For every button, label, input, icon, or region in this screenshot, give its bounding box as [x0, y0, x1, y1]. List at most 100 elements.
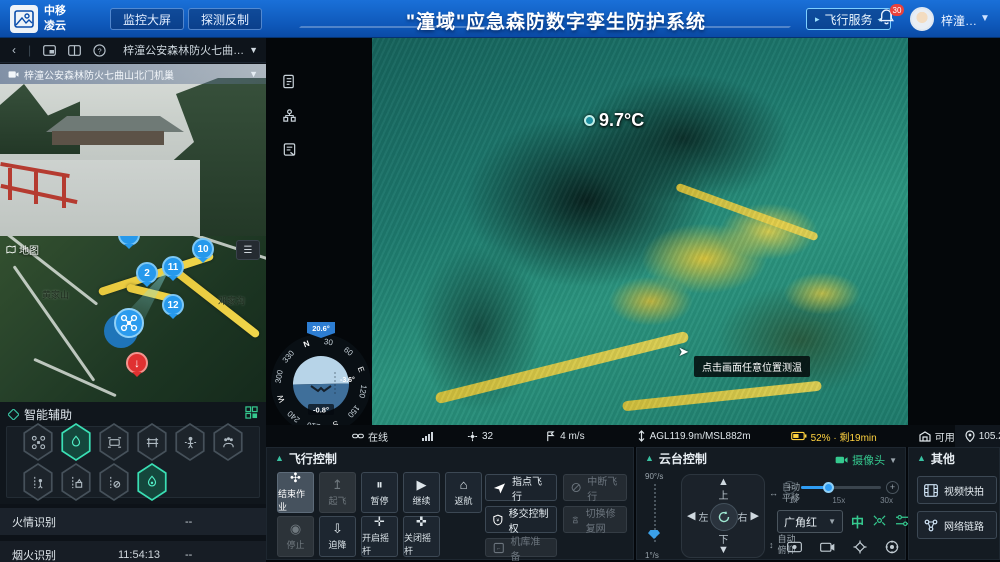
dock-prepare-button[interactable]: ⌐ 机库准备 [485, 538, 557, 557]
speed-max-label: 90°/s [645, 472, 675, 481]
waypoint-marker-10[interactable]: 10 [192, 238, 214, 260]
zoom-in-button[interactable]: + [886, 481, 899, 494]
assist-road-block-button[interactable] [97, 463, 131, 501]
gimbal-recenter-button[interactable] [710, 503, 738, 531]
device-dropdown[interactable]: 梓潼公安森林防火七曲… ▼ [123, 42, 258, 58]
split-view-icon[interactable] [68, 45, 81, 56]
assist-fire-detect-button[interactable] [59, 423, 93, 461]
map-layer-label[interactable]: 地图 [6, 242, 39, 257]
mouse-cursor: ➤ [678, 344, 689, 360]
smoke-recognition-value: -- [185, 549, 192, 561]
speed-knob[interactable] [648, 530, 660, 539]
assist-drone-detect-button[interactable] [21, 423, 55, 461]
battery-value: 52% · 剩19min [811, 429, 877, 444]
gimbal-left-button[interactable]: ◀左 [687, 509, 708, 524]
pause-button[interactable]: ⏸暂停 [361, 472, 398, 513]
help-icon[interactable]: ? [93, 44, 106, 57]
dock-camera-video[interactable]: 梓潼公安森林防火七曲山北门机巢 ▼ [0, 64, 266, 236]
user-name[interactable]: 梓潼… [941, 12, 977, 29]
user-avatar[interactable] [910, 7, 934, 31]
assist-vehicle-detect-button[interactable] [97, 423, 131, 461]
attitude-compass: N 30 60 E 120 150 S 210 240 W 300 330 -3… [268, 320, 374, 438]
camera-mode-icons [787, 540, 899, 559]
video-snapshot-button[interactable]: 视频快拍 [917, 476, 997, 504]
map-layers-button[interactable]: ☰ [236, 240, 260, 260]
network-link-button[interactable]: 网络链路 [917, 511, 997, 539]
waypoint-marker-2[interactable]: 2 [136, 262, 158, 284]
smart-assist-title: 智能辅助 [24, 406, 72, 423]
focus-ring-button[interactable] [885, 540, 899, 559]
return-home-button[interactable]: ⌂返航 [445, 472, 482, 513]
online-label: 在线 [368, 429, 388, 444]
record-button[interactable] [787, 540, 802, 559]
nav-monitor-screen[interactable]: 监控大屏 [110, 8, 184, 30]
zoom-slider-row: − + [783, 480, 899, 494]
assist-crowd-detect-button[interactable] [211, 423, 245, 461]
switch-network-button[interactable]: 切换修复网 [563, 506, 627, 533]
zoom-knob[interactable] [823, 482, 834, 493]
recenter-icon [717, 510, 731, 524]
pip-layout-icon[interactable] [43, 45, 56, 56]
resume-button[interactable]: ▶继续 [403, 472, 440, 513]
collapse-chevron-icon[interactable]: ▲ [917, 453, 926, 463]
point-fly-button[interactable]: 指点飞行 [485, 474, 557, 501]
assist-person-detect-button[interactable] [173, 423, 207, 461]
enable-stick-button[interactable]: ✛开启摇杆 [361, 516, 398, 557]
device-dropdown-label: 梓潼公安森林防火七曲… [123, 42, 244, 58]
camera-icon [8, 70, 19, 79]
waypoint-marker-partial[interactable] [118, 236, 140, 246]
wind-speed: 4 m/s [545, 431, 584, 442]
assist-smoke-fire-button[interactable] [135, 463, 169, 501]
lens-dropdown[interactable]: 广角红 ▼ [777, 510, 843, 533]
mission-note-icon[interactable] [280, 140, 298, 158]
mini-map[interactable]: 地图 黄家山 邓家沟 2 11 12 10 [0, 236, 266, 402]
target-lock-button[interactable] [853, 540, 867, 559]
thermal-video-feed[interactable]: 9.7°C ➤ 点击画面任意位置测温 [372, 38, 908, 425]
end-mission-button[interactable]: ✣结束作业 [277, 472, 314, 513]
fire-recognition-label: 火情识别 [12, 514, 56, 530]
gimbal-center-button[interactable]: 中 [851, 512, 864, 531]
map-road [13, 265, 96, 381]
gimbal-claw-icon[interactable] [872, 514, 887, 530]
nav-detect-counter[interactable]: 探测反制 [188, 8, 262, 30]
notification-bell[interactable]: 30 [878, 8, 900, 30]
assist-config-icon[interactable] [245, 406, 258, 422]
abort-flight-button[interactable]: 中断飞行 [563, 474, 627, 501]
gimbal-dpad: ▲上 下▼ ◀左 右▶ [681, 474, 765, 558]
flight-log-icon[interactable] [280, 72, 298, 90]
drone-position-marker[interactable] [104, 308, 148, 352]
gimbal-up-button[interactable]: ▲上 [718, 478, 729, 502]
waypoint-marker-11[interactable]: 11 [162, 256, 184, 278]
collapse-chevron-icon[interactable]: ▲ [275, 453, 284, 463]
force-land-button[interactable]: ⇩迫降 [319, 516, 356, 557]
disable-stick-button[interactable]: ✜关闭摇杆 [403, 516, 440, 557]
back-button[interactable]: ‹ [12, 43, 16, 57]
photo-button[interactable] [820, 540, 835, 559]
gimbal-speed-slider[interactable]: 90°/s 1°/s [645, 472, 675, 556]
takeoff-button[interactable]: ↥起飞 [319, 472, 356, 513]
stop-button[interactable]: ◉停止 [277, 516, 314, 557]
smart-assist-panel: 智能辅助 [0, 402, 266, 504]
assist-barrier-detect-button[interactable] [135, 423, 169, 461]
handover-control-button[interactable]: ¥ 移交控制权 [485, 506, 557, 533]
landing-point-marker[interactable]: ↓ [126, 352, 148, 374]
device-topology-icon[interactable] [280, 106, 298, 124]
zoom-track[interactable] [801, 486, 881, 489]
gimbal-right-button[interactable]: 右▶ [738, 509, 759, 524]
brand-line2: 凌云 [44, 19, 66, 34]
speed-min-label: 1°/s [645, 551, 659, 560]
assist-road-person-button[interactable] [21, 463, 55, 501]
chevron-down-icon[interactable]: ▼ [980, 13, 990, 24]
telemetry-status-bar: 在线 32 4 m/s AGL119.9m/MSL882m 52% · 剩19m… [266, 425, 1000, 447]
zoom-out-button[interactable]: − [783, 481, 796, 494]
dock-status-value: 可用 [935, 429, 955, 444]
camera-selector[interactable]: 摄像头 ▼ [835, 452, 897, 468]
assist-road-construction-button[interactable] [59, 463, 93, 501]
gimbal-down-button[interactable]: 下▼ [718, 531, 729, 555]
chevron-down-icon[interactable]: ▼ [249, 69, 258, 79]
collapse-chevron-icon[interactable]: ▲ [645, 453, 654, 463]
waypoint-marker-12[interactable]: 12 [162, 294, 184, 316]
auto-pan-icon: ↔ [769, 488, 778, 499]
left-toolbar: ‹ | ? 梓潼公安森林防火七曲… ▼ [0, 38, 266, 63]
smoke-recognition-label: 烟火识别 [12, 547, 56, 562]
